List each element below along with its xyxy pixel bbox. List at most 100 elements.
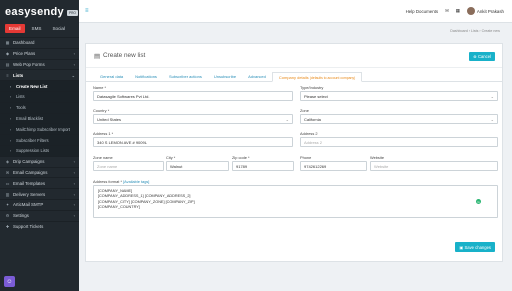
sidebar-item-label: Delivery Servers — [13, 191, 46, 197]
side-menu: ▦ Dashboard ◆ Price Plans ‹ ▤ Web Pop Forms ‹… — [0, 37, 79, 231]
tab-email[interactable]: Email — [5, 24, 25, 33]
save-changes-button[interactable]: ▣ Save changes — [455, 242, 495, 252]
chevron-left-icon: ‹ — [73, 159, 75, 165]
tab-social[interactable]: Social — [48, 24, 69, 33]
tab-general-data[interactable]: General data — [94, 72, 129, 81]
zone-name-input[interactable]: Zone name — [93, 161, 164, 171]
tab-notifications[interactable]: Notifications — [129, 72, 163, 81]
address2-input[interactable]: Address 2 — [300, 137, 498, 147]
chevron-left-icon: ‹ — [73, 202, 75, 208]
zone-name-label: Zone name — [93, 155, 113, 160]
sidebar-item-price-plans[interactable]: ◆ Price Plans ‹ — [0, 47, 79, 59]
user-menu[interactable]: Ankit Prakash — [466, 7, 504, 15]
logo[interactable]: easysendy PRO — [0, 0, 79, 23]
sidebar-item-label: Lists — [16, 94, 25, 100]
chevron-down-icon: ⌄ — [490, 116, 494, 122]
phone-input[interactable]: 9742612269 — [300, 161, 367, 171]
dashboard-icon: ▦ — [5, 40, 10, 46]
tab-company-details[interactable]: Company details (defaults to account com… — [271, 72, 363, 82]
sidebar-item-lists-all[interactable]: › Lists — [0, 90, 79, 102]
brand-badge: PRO — [66, 9, 78, 16]
mail-icon[interactable]: ✉ — [445, 8, 449, 14]
tab-unsubscribe[interactable]: Unsubscribe — [208, 72, 242, 81]
sidebar-item-support-tickets[interactable]: ✚ Support Tickets — [0, 220, 79, 232]
tab-sms[interactable]: SMS — [28, 24, 46, 33]
sidebar-item-label: MailChimp Subscriber Import — [16, 126, 70, 132]
gear-icon: ⚙ — [5, 213, 10, 219]
zone-select-value: California — [304, 116, 321, 122]
sidebar-item-label: Support Tickets — [13, 223, 44, 229]
sidebar-item-drip-campaigns[interactable]: ◈ Drip Campaigns ‹ — [0, 155, 79, 167]
chevron-down-icon: ⌄ — [71, 72, 75, 78]
grammarly-icon[interactable]: G — [476, 199, 481, 204]
type-select-value: Please select — [304, 93, 328, 99]
grid-icon[interactable]: ▦ — [456, 8, 460, 14]
sidebar-item-email-templates[interactable]: ▭ Email Templates ‹ — [0, 177, 79, 188]
list-icon: ≡ — [6, 72, 9, 78]
topbar: ≡ Help Documents ✉ ▦ Ankit Prakash — [79, 0, 512, 23]
sidebar-item-email-campaigns[interactable]: ✉ Email Campaigns ‹ — [0, 166, 79, 178]
envelope-icon: ✉ — [5, 169, 10, 175]
zip-input[interactable]: 91789 — [232, 161, 294, 171]
chevron-down-icon: ⌄ — [285, 116, 289, 122]
sidebar-item-label: Price Plans — [13, 51, 36, 57]
name-input[interactable]: Datasagile Softwares Pvt Ltd. — [93, 91, 293, 101]
city-input[interactable]: Walnut — [166, 161, 229, 171]
available-tags-link[interactable]: [Available tags] — [123, 179, 149, 184]
phone-label: Phone — [300, 155, 312, 160]
website-input[interactable]: Website — [370, 161, 498, 171]
bullet-icon: › — [9, 137, 12, 143]
sidebar-item-delivery-servers[interactable]: ▥ Delivery Servers ‹ — [0, 188, 79, 199]
country-select[interactable]: United States ⌄ — [93, 114, 293, 124]
chat-widget-icon[interactable]: ☺ — [4, 276, 15, 287]
sidebar-item-articmail-smtp[interactable]: ✦ ArticMail SMTP ‹ — [0, 198, 79, 210]
sidebar-item-suppression-lists[interactable]: › Suppression Lists — [0, 144, 79, 156]
cancel-button[interactable]: ⊗ Cancel — [469, 52, 495, 61]
tab-note: (defaults to account company) — [309, 76, 356, 80]
sidebar-item-label: Suppression Lists — [16, 148, 50, 154]
sidebar-item-dashboard[interactable]: ▦ Dashboard — [0, 37, 79, 48]
sidebar-item-mailchimp-import[interactable]: › MailChimp Subscriber Import — [0, 123, 79, 134]
sidebar-item-email-blacklist[interactable]: › Email Blacklist — [0, 112, 79, 124]
sidebar-item-settings[interactable]: ⚙ Settings ‹ — [0, 209, 79, 221]
bullet-icon: › — [9, 105, 12, 111]
type-select[interactable]: Please select ⌄ — [300, 91, 498, 101]
country-select-value: United States — [97, 116, 122, 122]
sidebar-item-web-pop-forms[interactable]: ▤ Web Pop Forms ‹ — [0, 58, 79, 70]
template-icon: ▭ — [5, 180, 10, 186]
lists-submenu: › Create New List › Lists › Tools › Email Bl… — [0, 80, 79, 156]
zone-label: Zone — [300, 108, 309, 113]
save-label: Save changes — [464, 244, 491, 250]
hamburger-menu-icon[interactable]: ≡ — [85, 8, 89, 14]
sidebar-item-lists[interactable]: ≡ Lists ⌄ — [0, 69, 79, 80]
cancel-label: Cancel — [477, 54, 491, 59]
address1-input[interactable]: 340 S LEMON AVE # 9009L — [93, 137, 293, 147]
topbar-right: Help Documents ✉ ▦ Ankit Prakash — [406, 7, 504, 15]
type-label: Type/Industry — [300, 85, 324, 90]
help-documents-link[interactable]: Help Documents — [406, 9, 438, 14]
chevron-left-icon: ‹ — [73, 51, 75, 57]
tab-advanced[interactable]: Advanced — [242, 72, 272, 81]
zone-select[interactable]: California ⌄ — [300, 114, 498, 124]
sidebar-item-label: Email Templates — [13, 180, 46, 186]
user-name: Ankit Prakash — [476, 8, 504, 14]
bullet-icon: › — [9, 126, 12, 132]
drip-icon: ◈ — [5, 159, 10, 165]
tab-subscriber-actions[interactable]: Subscriber actions — [163, 72, 208, 81]
country-label: Country * — [93, 108, 110, 113]
chevron-left-icon: ‹ — [73, 169, 75, 175]
sidebar-item-subscriber-filters[interactable]: › Subscriber Filters — [0, 134, 79, 145]
card-header: ▤ Create new list — [86, 44, 502, 68]
sidebar-item-tools[interactable]: › Tools — [0, 101, 79, 113]
sidebar-item-create-new-list[interactable]: › Create New List — [0, 80, 79, 91]
sidebar-item-label: ArticMail SMTP — [13, 202, 44, 208]
sidebar-item-label: Subscriber Filters — [16, 137, 49, 143]
create-list-card: ▤ Create new list ⊗ Cancel General data … — [85, 43, 503, 262]
address-format-textarea[interactable]: [COMPANY_NAME] [COMPANY_ADDRESS_1] [COMP… — [93, 185, 498, 218]
zip-label: Zip code * — [232, 155, 250, 160]
address-format-label-text: Address format * — [93, 179, 122, 184]
bullet-icon: › — [9, 94, 12, 100]
website-label: Website — [370, 155, 384, 160]
sidebar-item-label: Email Blacklist — [16, 115, 43, 121]
sidebar-item-label: Settings — [13, 213, 29, 219]
